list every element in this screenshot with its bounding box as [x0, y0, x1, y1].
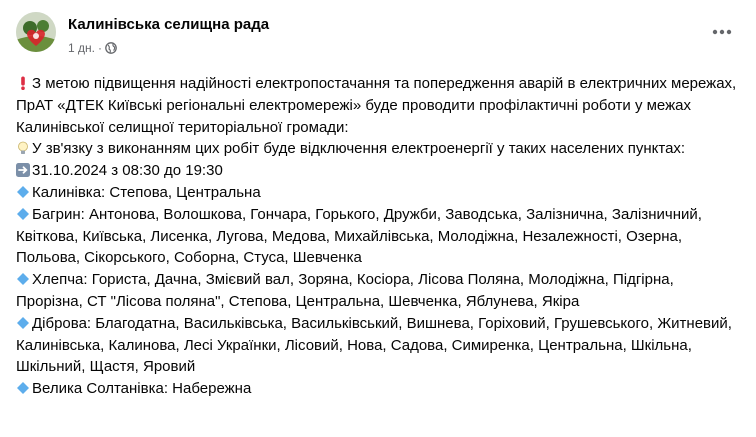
post-paragraph: Хлепча: Гориста, Дачна, Змієвий вал, Зор… — [16, 269, 740, 313]
post-line: Калинівка: Степова, Центральна — [32, 183, 261, 201]
arrow-right-icon — [16, 162, 30, 178]
blue-diamond-icon — [16, 380, 30, 395]
post-header: Калинівська селищна рада 1 дн. · — [16, 12, 740, 62]
post-line: Багрин: Антонова, Волошкова, Гончара, Го… — [16, 205, 702, 267]
blue-diamond-icon — [16, 315, 30, 329]
page-avatar[interactable] — [16, 12, 56, 52]
post-meta: 1 дн. · — [68, 41, 117, 55]
post-line: Діброва: Благодатна, Васильківська, Васи… — [16, 314, 732, 376]
post-paragraph: 31.10.2024 з 08:30 до 19:30 — [16, 160, 740, 182]
blue-diamond-icon — [16, 206, 30, 220]
post-line: З метою підвищення надійності електропос… — [16, 75, 737, 136]
post-paragraph: Велика Солтанівка: Набережна — [16, 378, 740, 400]
post-line: Велика Солтанівка: Набережна — [32, 380, 252, 398]
more-dots-icon — [712, 29, 732, 35]
post-line: У зв'язку з виконанням цих робіт буде ві… — [32, 140, 686, 158]
post-paragraph: У зв'язку з виконанням цих робіт буде ві… — [16, 138, 740, 160]
blue-diamond-icon — [16, 271, 30, 286]
globe-icon — [105, 42, 117, 54]
post-line: 31.10.2024 з 08:30 до 19:30 — [32, 162, 223, 180]
post-paragraph: Багрин: Антонова, Волошкова, Гончара, Го… — [16, 204, 740, 269]
more-options-button[interactable] — [708, 22, 736, 42]
post-line: Хлепча: Гориста, Дачна, Змієвий вал, Зор… — [16, 271, 674, 310]
blue-diamond-icon — [16, 184, 30, 198]
lightbulb-icon — [16, 140, 30, 155]
meta-separator: · — [97, 41, 102, 55]
post-timestamp[interactable]: 1 дн. — [68, 41, 95, 55]
post-paragraph: Калинівка: Степова, Центральна — [16, 182, 740, 204]
page-name-link[interactable]: Калинівська селищна рада — [68, 16, 269, 33]
post-paragraph: Діброва: Благодатна, Васильківська, Васи… — [16, 313, 740, 378]
post-body: З метою підвищення надійності електропос… — [16, 73, 740, 400]
exclamation-icon — [16, 75, 30, 90]
post-paragraph: З метою підвищення надійності електропос… — [16, 73, 740, 138]
